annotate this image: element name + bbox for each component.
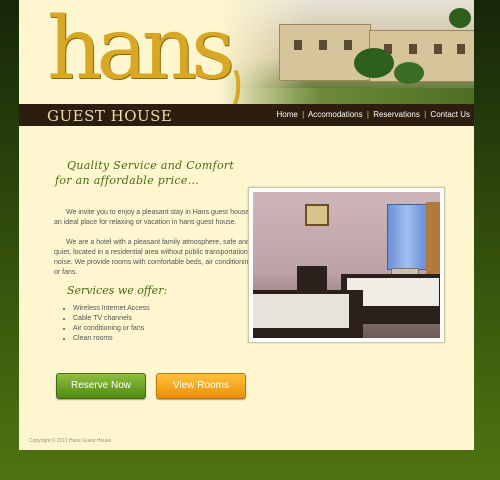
logo-subtitle: GUEST HOUSE bbox=[47, 107, 173, 125]
page-container: hans GUEST HOUSE Home | Accomodations | … bbox=[19, 0, 474, 450]
tagline-line-1: Quality Service and Comfort bbox=[67, 159, 235, 172]
tagline: Quality Service and Comfort for an affor… bbox=[55, 158, 255, 188]
hotel-exterior-photo bbox=[219, 0, 474, 104]
wall-painting bbox=[305, 204, 329, 226]
tagline-line-2: for an affordable price... bbox=[55, 174, 200, 187]
curtain-window bbox=[387, 204, 427, 270]
nav-accomodations[interactable]: Accomodations bbox=[308, 110, 363, 119]
services-list: Wireless Internet Access Cable TV channe… bbox=[57, 304, 150, 344]
copyright: Copyright © 2011 Hans Guest House bbox=[29, 438, 112, 444]
header: hans bbox=[19, 0, 474, 120]
reserve-now-button[interactable]: Reserve Now bbox=[56, 373, 146, 399]
main-nav: Home | Accomodations | Reservations | Co… bbox=[277, 110, 471, 119]
nav-separator: | bbox=[424, 110, 427, 119]
service-item: Air conditioning or fans bbox=[73, 324, 150, 334]
room-photo-frame bbox=[248, 187, 445, 343]
nav-contact-us[interactable]: Contact Us bbox=[430, 110, 470, 119]
services-heading: Services we offer: bbox=[67, 284, 168, 297]
nav-home[interactable]: Home bbox=[277, 110, 298, 119]
room-photo bbox=[253, 192, 440, 338]
intro-paragraph-1: We invite you to enjoy a pleasant stay i… bbox=[54, 209, 252, 226]
view-rooms-button[interactable]: View Rooms bbox=[156, 373, 246, 399]
bed bbox=[253, 290, 363, 338]
service-item: Cable TV channels bbox=[73, 314, 150, 324]
nav-reservations[interactable]: Reservations bbox=[373, 110, 420, 119]
nav-separator: | bbox=[366, 110, 369, 119]
service-item: Clean rooms bbox=[73, 334, 150, 344]
service-item: Wireless Internet Access bbox=[73, 304, 150, 314]
nav-separator: | bbox=[302, 110, 305, 119]
intro-paragraph-2: We are a hotel with a pleasant family at… bbox=[54, 239, 253, 276]
